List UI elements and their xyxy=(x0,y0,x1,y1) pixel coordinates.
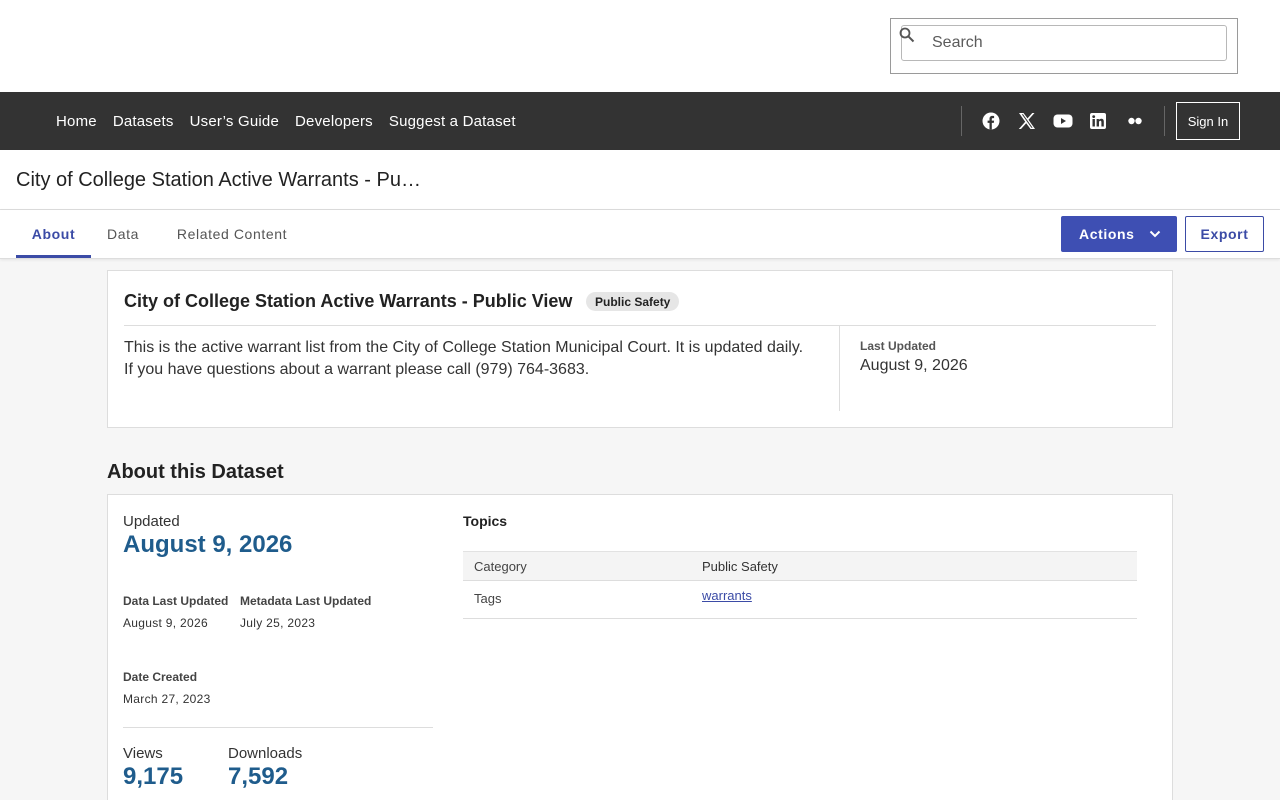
summary-card: City of College Station Active Warrants … xyxy=(107,270,1173,428)
metadata-last-updated-label: Metadata Last Updated xyxy=(240,594,372,608)
top-header xyxy=(0,0,1280,92)
dataset-title: City of College Station Active Warrants … xyxy=(124,291,573,311)
x-icon[interactable] xyxy=(1017,111,1037,131)
topics-value-cell: Public Safety xyxy=(702,559,778,574)
actions-label: Actions xyxy=(1079,226,1135,242)
dataset-title-bar: City of College Station Active Warrants … xyxy=(0,150,1280,210)
date-created-value: March 27, 2023 xyxy=(123,692,211,706)
downloads-label: Downloads xyxy=(228,745,303,762)
main-navbar: Home Datasets User’s Guide Developers Su… xyxy=(0,92,1280,150)
tab-bar: About Data Related Content Actions Expor… xyxy=(0,210,1280,259)
sign-in-button[interactable]: Sign In xyxy=(1176,102,1240,140)
nav-suggest-dataset[interactable]: Suggest a Dataset xyxy=(389,113,516,130)
category-badge: Public Safety xyxy=(586,292,680,311)
nav-links: Home Datasets User’s Guide Developers Su… xyxy=(56,92,516,150)
tab-data[interactable]: Data xyxy=(97,210,149,258)
export-button[interactable]: Export xyxy=(1185,216,1264,252)
topics-heading: Topics xyxy=(463,513,508,529)
last-updated-label: Last Updated xyxy=(860,339,937,353)
table-header-row: Category Public Safety xyxy=(463,551,1137,581)
tab-about[interactable]: About xyxy=(16,210,91,258)
youtube-icon[interactable] xyxy=(1053,111,1073,131)
views-value: 9,175 xyxy=(123,763,184,790)
divider xyxy=(839,326,840,411)
downloads-value: 7,592 xyxy=(228,763,289,790)
topics-key-cell: Category xyxy=(474,559,527,574)
views-label: Views xyxy=(123,745,163,762)
topics-table: Category Public Safety Tags warrants xyxy=(463,551,1137,619)
updated-label: Updated xyxy=(123,513,180,530)
divider xyxy=(124,325,1156,326)
data-last-updated-label: Data Last Updated xyxy=(123,594,229,608)
divider xyxy=(123,727,433,728)
nav-divider xyxy=(1164,106,1165,136)
tab-related-content[interactable]: Related Content xyxy=(163,210,301,258)
dataset-description: This is the active warrant list from the… xyxy=(124,339,804,378)
topics-key-cell: Tags xyxy=(474,591,502,606)
table-row: Tags warrants xyxy=(463,581,1137,619)
tag-link-warrants[interactable]: warrants xyxy=(702,588,752,603)
linkedin-icon[interactable] xyxy=(1088,111,1108,131)
last-updated-value: August 9, 2026 xyxy=(860,357,968,374)
search-icon[interactable] xyxy=(899,27,915,43)
search-input[interactable] xyxy=(901,25,1227,61)
nav-developers[interactable]: Developers xyxy=(295,113,373,130)
active-tab-indicator xyxy=(16,255,91,258)
flickr-icon[interactable] xyxy=(1125,111,1145,131)
nav-users-guide[interactable]: User’s Guide xyxy=(190,113,279,130)
search-container xyxy=(890,18,1238,74)
nav-home[interactable]: Home xyxy=(56,113,97,130)
nav-datasets[interactable]: Datasets xyxy=(113,113,174,130)
data-last-updated-value: August 9, 2026 xyxy=(123,616,208,630)
updated-value: August 9, 2026 xyxy=(123,531,293,558)
date-created-label: Date Created xyxy=(123,670,198,684)
page-title: City of College Station Active Warrants … xyxy=(16,169,421,191)
metadata-last-updated-value: July 25, 2023 xyxy=(240,616,316,630)
actions-button[interactable]: Actions xyxy=(1061,216,1177,252)
facebook-icon[interactable] xyxy=(981,111,1001,131)
chevron-down-icon xyxy=(1149,230,1161,238)
about-heading: About this Dataset xyxy=(107,461,284,483)
nav-divider xyxy=(961,106,962,136)
about-card: Updated August 9, 2026 Data Last Updated… xyxy=(107,494,1173,800)
